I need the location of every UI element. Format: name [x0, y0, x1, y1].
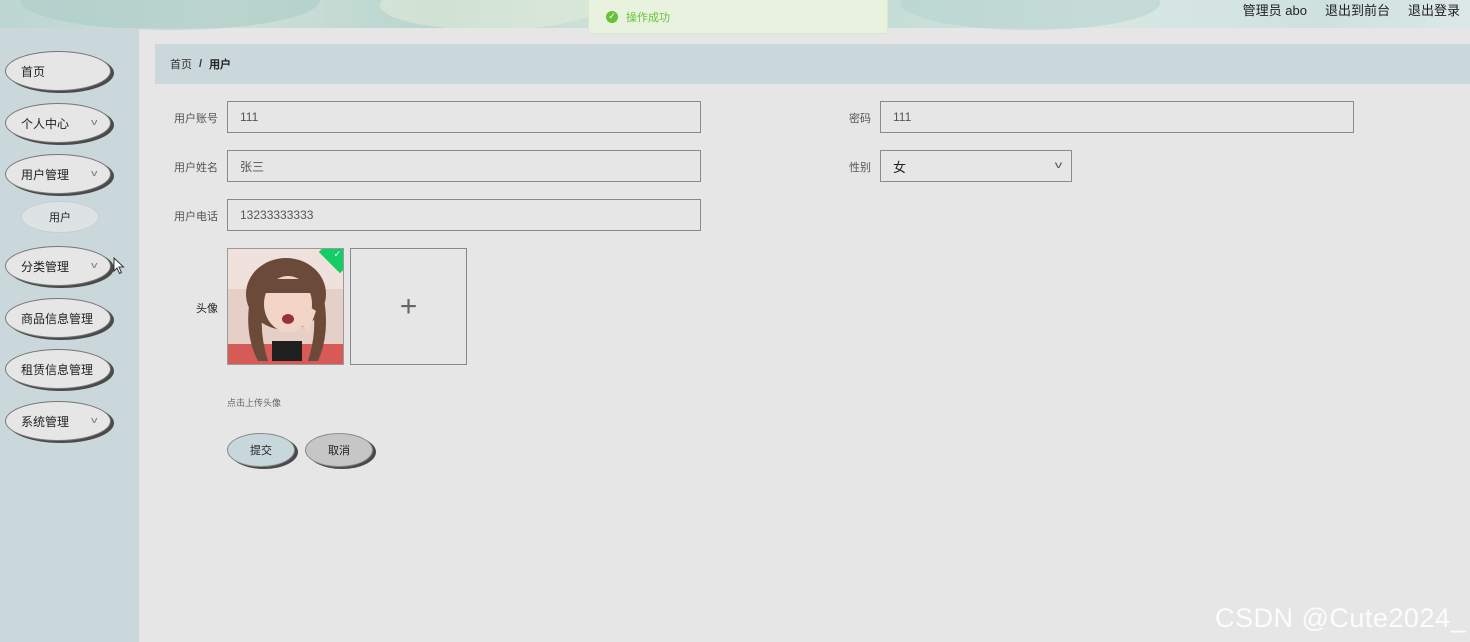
sidebar-item-label: 系统管理 — [21, 414, 70, 429]
sidebar-item-label: 商品信息管理 — [21, 311, 94, 326]
sidebar-item-personal-center[interactable]: 个人中心 v — [5, 103, 111, 143]
chevron-down-icon: v — [1054, 160, 1063, 171]
chevron-down-icon: v — [90, 117, 97, 127]
mouse-cursor-icon — [113, 257, 125, 275]
sidebar-item-rental-management[interactable]: 租赁信息管理 — [5, 349, 111, 389]
avatar-image[interactable]: ✓ — [227, 248, 344, 365]
chevron-down-icon: v — [90, 260, 97, 270]
sidebar-item-home[interactable]: 首页 — [5, 51, 111, 91]
chevron-down-icon: v — [90, 415, 97, 425]
phone-input[interactable]: 13233333333 — [227, 199, 701, 231]
avatar-upload-hint: 点击上传头像 — [227, 398, 282, 408]
sidebar-subitem-label: 用户 — [49, 212, 71, 224]
gender-label: 性别 — [849, 162, 871, 174]
password-value: 111 — [893, 110, 912, 124]
submit-button[interactable]: 提交 — [227, 433, 295, 467]
name-value: 张三 — [240, 159, 265, 174]
gender-select[interactable]: 女 v — [880, 150, 1072, 182]
sidebar-item-label: 分类管理 — [21, 259, 70, 274]
toast-message: 操作成功 — [626, 11, 670, 24]
account-input[interactable]: 111 — [227, 101, 701, 133]
sidebar-item-label: 个人中心 — [21, 116, 70, 131]
name-label: 用户姓名 — [174, 162, 218, 174]
name-input[interactable]: 张三 — [227, 150, 701, 182]
password-label: 密码 — [849, 113, 871, 125]
sidebar-item-system-management[interactable]: 系统管理 v — [5, 401, 111, 441]
account-label: 用户账号 — [174, 113, 218, 125]
sidebar-item-user-management[interactable]: 用户管理 v — [5, 154, 111, 194]
breadcrumb-home[interactable]: 首页 — [170, 56, 192, 72]
breadcrumb-current: 用户 — [209, 59, 232, 71]
sidebar-item-label: 用户管理 — [21, 167, 70, 182]
sidebar-item-label: 首页 — [21, 64, 46, 79]
phone-value: 13233333333 — [240, 208, 314, 222]
exit-to-front-link[interactable]: 退出到前台 — [1325, 0, 1390, 19]
breadcrumb-separator: / — [199, 58, 203, 70]
avatar-label: 头像 — [196, 303, 218, 315]
plus-icon: + — [399, 289, 418, 323]
sidebar-item-category-management[interactable]: 分类管理 v — [5, 246, 111, 286]
breadcrumb: 首页 / 用户 — [155, 44, 1470, 84]
account-value: 111 — [240, 110, 259, 124]
password-input[interactable]: 111 — [880, 101, 1354, 133]
watermark: CSDN @Cute2024_ — [1214, 603, 1466, 633]
avatar-photo — [228, 249, 343, 364]
banner-decoration — [380, 0, 600, 30]
chevron-down-icon: v — [90, 168, 97, 178]
check-icon: ✓ — [333, 249, 341, 259]
banner-decoration — [900, 0, 1160, 30]
header-actions: 管理员 abo 退出到前台 退出登录 — [1243, 0, 1460, 19]
sidebar-item-product-management[interactable]: 商品信息管理 — [5, 298, 111, 338]
logout-link[interactable]: 退出登录 — [1408, 0, 1460, 19]
admin-user-label: 管理员 abo — [1242, 3, 1307, 18]
cancel-button[interactable]: 取消 — [305, 433, 373, 467]
gender-value: 女 — [893, 159, 907, 175]
sidebar-item-label: 租赁信息管理 — [21, 362, 94, 377]
success-check-icon: ✓ — [606, 10, 618, 23]
banner-decoration — [20, 0, 320, 30]
sidebar: 首页 个人中心 v 用户管理 v 用户 分类管理 v 商品信息管理 租赁信息管理… — [0, 28, 139, 642]
success-toast: ✓ 操作成功 — [588, 0, 888, 34]
sidebar-subitem-user[interactable]: 用户 — [21, 201, 99, 233]
phone-label: 用户电话 — [174, 211, 218, 223]
avatar-upload-button[interactable]: + — [350, 248, 467, 365]
